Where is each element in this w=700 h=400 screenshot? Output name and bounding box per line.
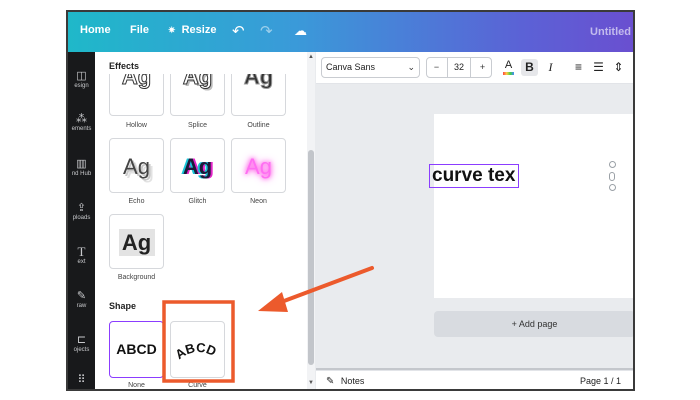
effect-label: Echo bbox=[128, 198, 145, 205]
shape-tile-curve[interactable]: ABCD bbox=[170, 321, 225, 378]
rail-item-label: raw bbox=[76, 303, 87, 309]
notes-icon: ✎ bbox=[326, 376, 335, 387]
notes-label: Notes bbox=[340, 376, 365, 386]
redo-icon[interactable]: ↷ bbox=[260, 22, 273, 40]
rail-item-label: esign bbox=[74, 83, 89, 89]
magic-icon: ✷ bbox=[168, 25, 176, 35]
add-page-button[interactable]: + Add page bbox=[434, 311, 633, 337]
effect-label: Glitch bbox=[188, 198, 207, 205]
effect-preview: Ag bbox=[182, 154, 213, 179]
rail-item-uploads[interactable]: ⇪ ploads bbox=[68, 202, 95, 222]
design-icon: ◫ bbox=[76, 70, 87, 82]
scroll-down-icon[interactable]: ▼ bbox=[308, 380, 314, 386]
text-toolbar: Canva Sans ⌄ − 32 + A B I ≡ ☰ ⇕ bbox=[316, 52, 633, 84]
resize-handle[interactable] bbox=[609, 172, 615, 181]
rail-item-label: ext bbox=[77, 259, 86, 265]
list-icon[interactable]: ☰ bbox=[590, 59, 607, 76]
chevron-down-icon: ⌄ bbox=[407, 62, 415, 72]
document-title[interactable]: Untitled bbox=[590, 26, 631, 38]
side-nav-rail: ◫ esign ⁂ ements ▥ nd Hub ⇪ ploads T ext… bbox=[68, 52, 95, 389]
effects-panel: Effects Ag Hollow Ag Splice Ag Outline A… bbox=[95, 52, 315, 389]
line-spacing-icon[interactable]: ⇕ bbox=[610, 59, 627, 76]
rail-item-brand-hub[interactable]: ▥ nd Hub bbox=[68, 158, 95, 178]
effect-tile-splice[interactable]: Ag bbox=[170, 74, 225, 116]
effect-preview: Ag bbox=[121, 74, 152, 89]
canvas-area: curve tex ⟳ ✥ + Add page bbox=[316, 84, 633, 373]
effect-tile-neon[interactable]: Ag bbox=[231, 138, 286, 193]
effect-tile-outline[interactable]: Ag bbox=[231, 74, 286, 116]
undo-icon[interactable]: ↶ bbox=[232, 22, 245, 40]
selected-text-element[interactable]: curve tex bbox=[429, 164, 519, 188]
italic-icon[interactable]: I bbox=[542, 59, 559, 76]
panel-heading: Effects bbox=[109, 61, 140, 71]
font-family-select[interactable]: Canva Sans ⌄ bbox=[321, 57, 420, 78]
font-name: Canva Sans bbox=[326, 62, 376, 72]
effect-label: Background bbox=[117, 274, 156, 281]
bold-icon[interactable]: B bbox=[521, 59, 538, 76]
screenshot-root: Home File ✷ Resize ↶ ↷ ☁ Untitled ◫ esig… bbox=[0, 0, 700, 400]
text-color-icon[interactable]: A bbox=[500, 59, 517, 76]
decrease-size-button[interactable]: − bbox=[428, 58, 445, 77]
rail-item-label: ojects bbox=[73, 347, 90, 353]
panel-scrollbar[interactable]: ▲ ▼ bbox=[307, 52, 315, 389]
effect-tile-glitch[interactable]: Ag bbox=[170, 138, 225, 193]
font-size-input[interactable]: 32 bbox=[447, 58, 471, 77]
effect-tile-background[interactable]: Ag bbox=[109, 214, 164, 269]
effect-label: Outline bbox=[247, 122, 270, 129]
resize-button[interactable]: ✷ Resize bbox=[168, 24, 216, 36]
effect-preview: Ag bbox=[182, 74, 213, 89]
home-button[interactable]: Home bbox=[80, 24, 111, 36]
effect-preview: Ag bbox=[123, 154, 150, 179]
svg-text:ABCD: ABCD bbox=[172, 340, 218, 362]
resize-handle[interactable] bbox=[609, 184, 616, 191]
rail-item-draw[interactable]: ✎ raw bbox=[68, 290, 95, 310]
rail-item-projects[interactable]: ⊏ ojects bbox=[68, 334, 95, 354]
shape-preview: ABCD bbox=[116, 341, 157, 357]
rail-item-design[interactable]: ◫ esign bbox=[68, 70, 95, 90]
upload-icon: ⇪ bbox=[76, 202, 87, 214]
increase-size-button[interactable]: + bbox=[474, 58, 491, 77]
canva-editor-window: Home File ✷ Resize ↶ ↷ ☁ Untitled ◫ esig… bbox=[66, 10, 635, 391]
file-menu-button[interactable]: File bbox=[130, 24, 149, 36]
effect-label: Hollow bbox=[125, 122, 147, 129]
rail-item-label: ploads bbox=[72, 215, 91, 221]
resize-handle[interactable] bbox=[609, 161, 616, 168]
shape-tile-none[interactable]: ABCD bbox=[109, 321, 164, 378]
folder-icon: ⊏ bbox=[76, 334, 87, 346]
effect-label: Splice bbox=[187, 122, 208, 129]
curved-text-preview: ABCD bbox=[172, 340, 218, 362]
shape-label: None bbox=[128, 382, 145, 389]
effect-label: Neon bbox=[250, 198, 267, 205]
shape-label: Curve bbox=[188, 382, 207, 389]
page-indicator[interactable]: Page 1 / 1 bbox=[580, 376, 621, 386]
effect-tile-echo[interactable]: Ag bbox=[109, 138, 164, 193]
cloud-saved-icon[interactable]: ☁ bbox=[294, 23, 307, 39]
text-icon: T bbox=[77, 244, 86, 259]
design-page[interactable] bbox=[434, 114, 633, 298]
resize-label: Resize bbox=[181, 24, 217, 36]
effect-preview: Ag bbox=[121, 230, 152, 255]
brand-hub-icon: ▥ bbox=[76, 158, 87, 170]
effect-preview: Ag bbox=[243, 74, 274, 89]
font-size-stepper: − 32 + bbox=[426, 57, 492, 78]
align-center-icon[interactable]: ≡ bbox=[570, 59, 587, 76]
scroll-up-icon[interactable]: ▲ bbox=[308, 54, 314, 60]
rail-item-label: nd Hub bbox=[71, 171, 92, 177]
apps-grid-icon: ⠿ bbox=[77, 374, 86, 386]
effect-preview: Ag bbox=[245, 154, 272, 179]
scrollbar-thumb[interactable] bbox=[308, 150, 314, 365]
effect-tile-hollow[interactable]: Ag bbox=[109, 74, 164, 116]
shape-section-heading: Shape bbox=[109, 301, 137, 311]
top-bar: Home File ✷ Resize ↶ ↷ ☁ Untitled bbox=[68, 12, 633, 52]
rail-item-text[interactable]: T ext bbox=[68, 244, 95, 266]
rail-item-elements[interactable]: ⁂ ements bbox=[68, 113, 95, 133]
notes-button[interactable]: ✎ Notes bbox=[326, 376, 364, 387]
rail-item-apps[interactable]: ⠿ bbox=[68, 374, 95, 386]
rail-item-label: ements bbox=[71, 126, 92, 132]
bottom-bar: ✎ Notes Page 1 / 1 bbox=[316, 370, 633, 389]
elements-icon: ⁂ bbox=[76, 113, 87, 125]
pen-icon: ✎ bbox=[76, 290, 87, 302]
